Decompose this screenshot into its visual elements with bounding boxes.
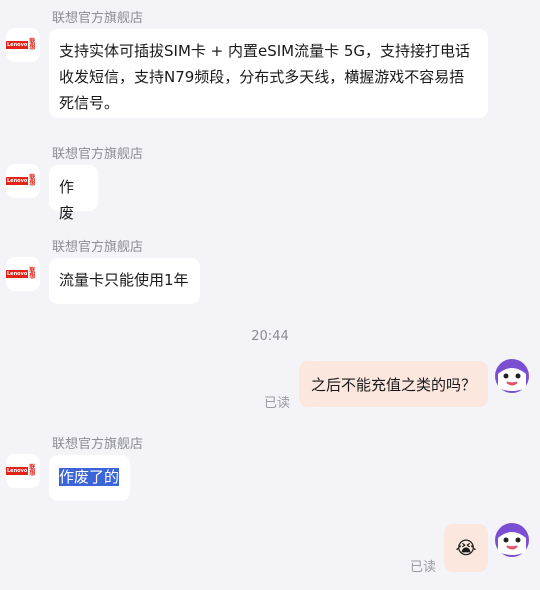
- shop-avatar[interactable]: Lenovo 联想: [6, 454, 40, 488]
- lenovo-logo-icon: Lenovo 联想: [6, 38, 36, 51]
- message-bubble[interactable]: 作废: [49, 165, 98, 222]
- crying-emoji-icon: 😭: [455, 537, 477, 559]
- user-message-bubble[interactable]: 之后不能充值之类的吗？: [299, 361, 488, 407]
- user-avatar-icon: [495, 523, 529, 557]
- user-message-text: 之后不能充值之类的吗？: [310, 375, 476, 394]
- message-text: 流量卡只能使用1年: [59, 271, 189, 289]
- sender-name: 联想官方旗舰店: [52, 437, 144, 452]
- shop-avatar[interactable]: Lenovo 联想: [6, 164, 40, 198]
- read-status: 已读: [410, 560, 437, 575]
- message-text: 支持实体可插拔SIM卡 + 内置eSIM流量卡 5G，支持接打电话收发短信，支持…: [59, 42, 471, 112]
- lenovo-logo-icon: Lenovo 联想: [6, 174, 36, 187]
- sender-name: 联想官方旗舰店: [52, 11, 144, 26]
- emoji-message-bubble[interactable]: 😭: [444, 524, 488, 572]
- sender-name: 联想官方旗舰店: [52, 147, 144, 162]
- message-bubble[interactable]: 作废了的: [49, 455, 130, 501]
- message-bubble[interactable]: 支持实体可插拔SIM卡 + 内置eSIM流量卡 5G，支持接打电话收发短信，支持…: [49, 29, 488, 118]
- lenovo-logo-icon: Lenovo 联想: [6, 267, 36, 280]
- shop-avatar[interactable]: Lenovo 联想: [6, 257, 40, 291]
- message-text: 作废: [59, 178, 75, 222]
- user-avatar[interactable]: [494, 358, 530, 394]
- shop-avatar[interactable]: Lenovo 联想: [6, 28, 40, 62]
- lenovo-logo-icon: Lenovo 联想: [6, 464, 36, 477]
- sender-name: 联想官方旗舰店: [52, 240, 144, 255]
- message-text-selected: 作废了的: [59, 468, 120, 486]
- timestamp: 20:44: [251, 329, 289, 344]
- user-avatar[interactable]: [494, 522, 530, 558]
- read-status: 已读: [264, 396, 291, 411]
- user-avatar-icon: [495, 359, 529, 393]
- message-bubble[interactable]: 流量卡只能使用1年: [49, 258, 200, 304]
